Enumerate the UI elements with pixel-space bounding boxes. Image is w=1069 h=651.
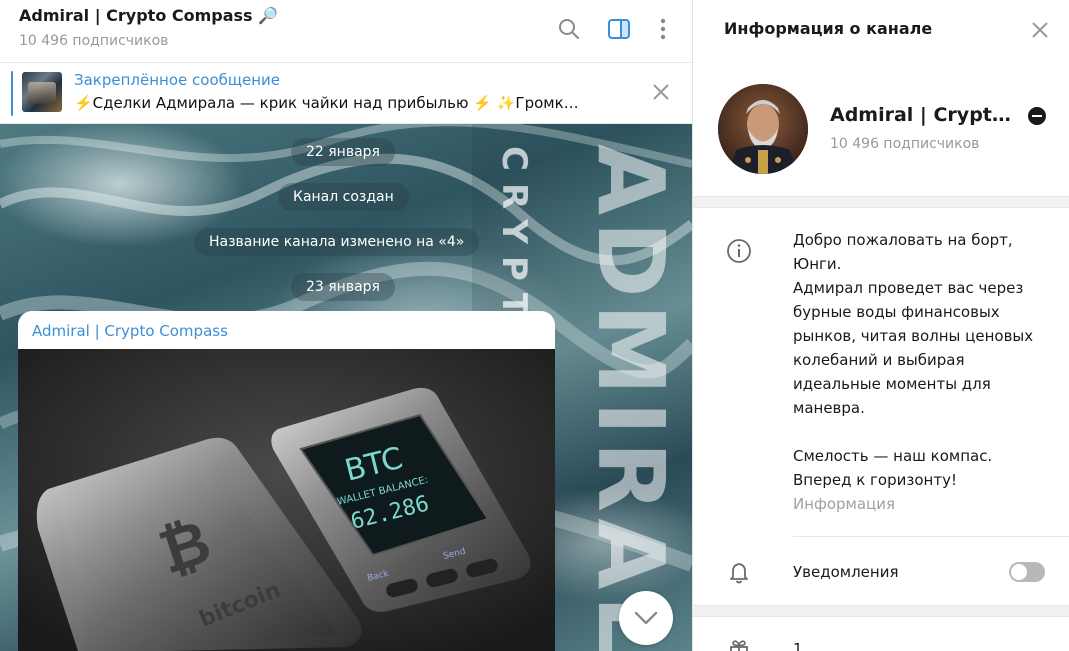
chat-title-emoji: 🔎: [258, 6, 279, 25]
bell-icon: [725, 558, 753, 586]
channel-message[interactable]: Admiral | Crypto Compass ₿ bitcoin BTC W…: [18, 311, 555, 651]
chevron-down-icon: [634, 611, 658, 625]
description-line: Адмирал проведет вас через: [793, 279, 1024, 297]
pinned-thumbnail: [22, 72, 62, 112]
chat-subscriber-count: 10 496 подписчиков: [19, 33, 169, 49]
pinned-label: Закреплённое сообщение: [74, 71, 281, 89]
service-message: Название канала изменено на «4»: [194, 228, 480, 256]
toggle-knob: [1011, 564, 1027, 580]
description-line: идеальные моменты для: [793, 375, 991, 393]
channel-info-panel: Информация о канале Admiral | Crypto … 1…: [692, 0, 1069, 651]
message-photo[interactable]: ₿ bitcoin BTC WALLET BALANCE: 62.286 Bac…: [18, 349, 555, 651]
info-circle-icon: [725, 237, 753, 265]
pinned-indicator: [11, 71, 13, 116]
next-row-text[interactable]: 1: [793, 640, 803, 651]
description-line: колебаний и выбирая: [793, 351, 965, 369]
pinned-message-bar[interactable]: Закреплённое сообщение ⚡️Сделки Адмирала…: [0, 63, 692, 124]
channel-name: Admiral | Crypto …: [830, 104, 1020, 126]
row-divider: [793, 536, 1069, 537]
description-line: бурные воды финансовых: [793, 303, 1000, 321]
more-vertical-icon[interactable]: [650, 16, 676, 42]
close-info-icon[interactable]: [1027, 17, 1053, 43]
gift-icon: [725, 636, 753, 651]
channel-description: Добро пожаловать на борт, Юнги. Адмирал …: [793, 228, 1053, 492]
info-panel-title: Информация о канале: [724, 19, 933, 38]
chat-title-text: Admiral | Crypto Compass: [19, 6, 253, 25]
muted-badge-icon: [1028, 107, 1046, 125]
date-separator: 23 января: [291, 273, 395, 301]
description-line: Вперед к горизонту!: [793, 471, 957, 489]
chat-title[interactable]: Admiral | Crypto Compass 🔎: [19, 6, 278, 25]
chat-header[interactable]: Admiral | Crypto Compass 🔎 10 496 подпис…: [0, 0, 692, 63]
close-pinned-icon[interactable]: [648, 79, 674, 105]
pinned-text: ⚡️Сделки Адмирала — крик чайки над прибы…: [74, 94, 579, 112]
search-icon[interactable]: [556, 16, 582, 42]
channel-avatar[interactable]: [718, 84, 808, 174]
scroll-down-button[interactable]: [619, 591, 673, 645]
description-line: Смелость — наш компас.: [793, 447, 993, 465]
date-separator: 22 января: [291, 138, 395, 166]
section-divider: [693, 605, 1069, 617]
description-line: Добро пожаловать на борт,: [793, 231, 1013, 249]
watermark-big-text: ADMIRAL: [577, 144, 684, 651]
description-line: Юнги.: [793, 255, 842, 273]
sidebar-toggle-icon[interactable]: [606, 16, 632, 42]
notifications-toggle[interactable]: [1009, 562, 1045, 582]
chat-pane: Admiral | Crypto Compass 🔎 10 496 подпис…: [0, 0, 692, 651]
section-divider: [693, 196, 1069, 208]
description-line: маневра.: [793, 399, 865, 417]
message-author[interactable]: Admiral | Crypto Compass: [32, 322, 228, 340]
service-message: Канал создан: [278, 183, 409, 211]
description-caption: Информация: [793, 495, 896, 513]
channel-subscriber-count: 10 496 подписчиков: [830, 136, 980, 152]
notifications-label: Уведомления: [793, 563, 899, 581]
description-line: рынков, читая волны ценовых: [793, 327, 1034, 345]
